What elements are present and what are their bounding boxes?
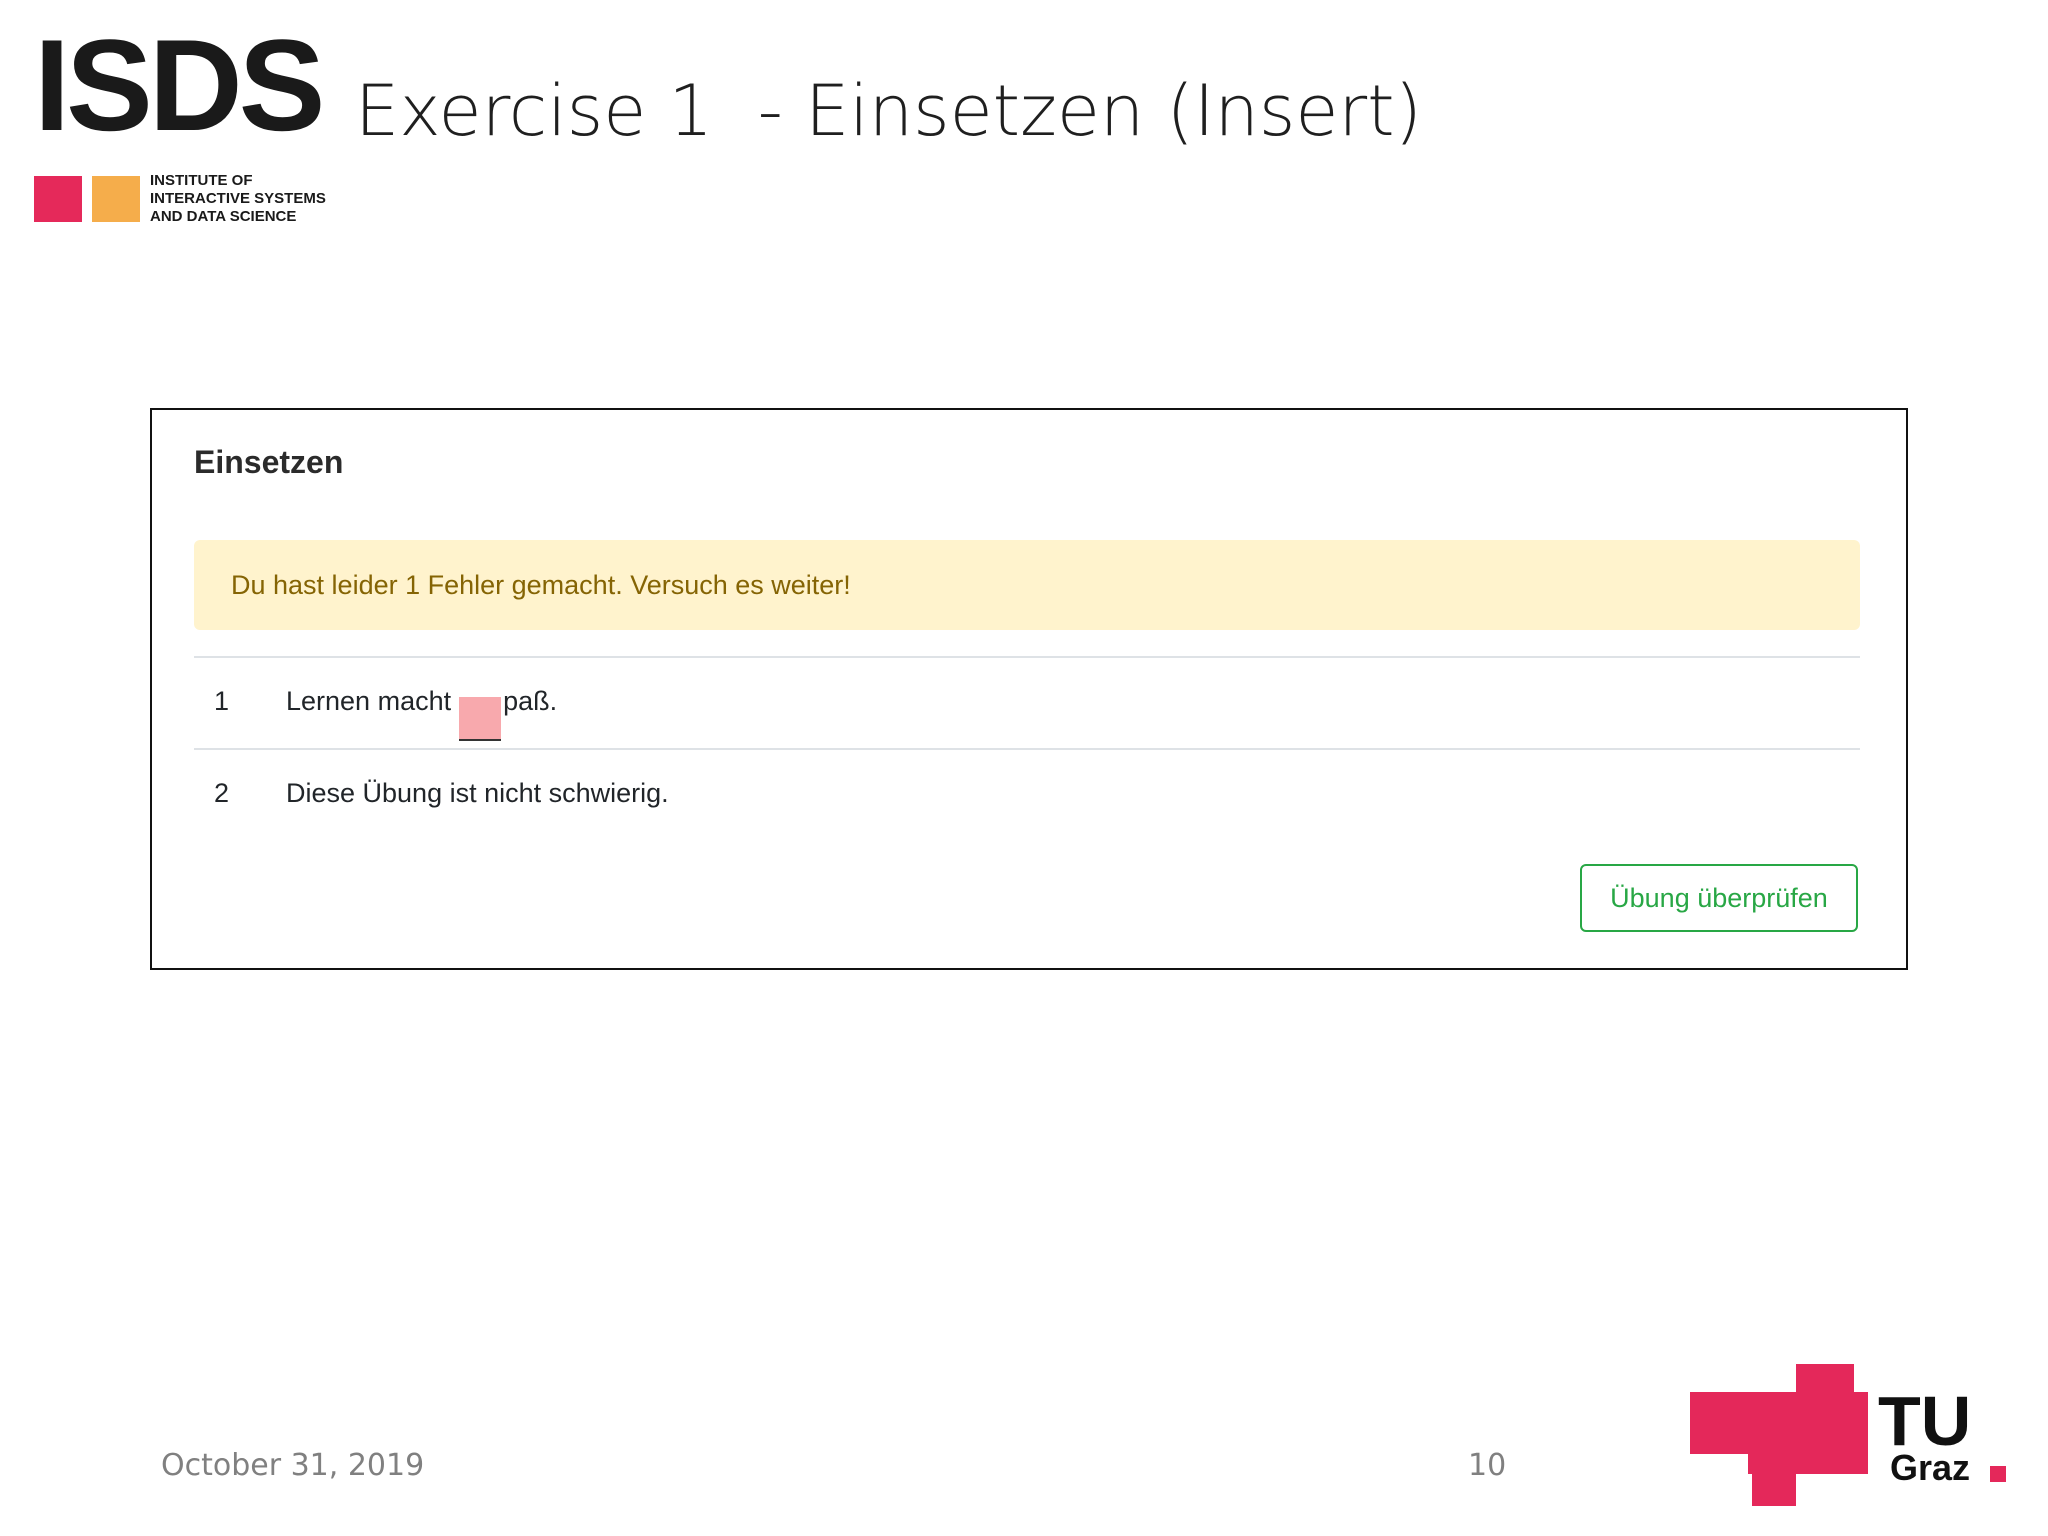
tu-logo-text: TU	[1878, 1382, 1972, 1460]
item-sentence: Lernen macht paß.	[286, 686, 557, 741]
page-number: 10	[1468, 1448, 1507, 1483]
tu-graz-logo: TU Graz	[1690, 1364, 2008, 1506]
isds-logo-orange-square	[92, 176, 140, 222]
item-number: 2	[214, 778, 230, 808]
tu-logo-graz-text: Graz	[1890, 1447, 1971, 1488]
gap-input-incorrect[interactable]	[459, 696, 502, 741]
item-sentence: Diese Übung ist nicht schwierig.	[286, 778, 669, 808]
sentence-after-gap: paß.	[503, 686, 558, 716]
isds-logo-line-3: AND DATA SCIENCE	[150, 208, 297, 225]
sentence-before-gap: Lernen macht	[286, 686, 452, 716]
exercise-item-1: 1 Lernen macht paß.	[194, 656, 1860, 746]
isds-logo-red-square	[34, 176, 82, 222]
tu-logo-dot	[1990, 1466, 2006, 1482]
isds-logo-subtitle: INSTITUTE OF INTERACTIVE SYSTEMS AND DAT…	[150, 172, 326, 226]
check-exercise-button[interactable]: Übung überprüfen	[1580, 864, 1858, 932]
exercise-card: Einsetzen Du hast leider 1 Fehler gemach…	[150, 408, 1908, 970]
isds-logo-line-1: INSTITUTE OF	[150, 172, 253, 189]
item-number: 1	[214, 686, 230, 716]
isds-logo-line-2: INTERACTIVE SYSTEMS	[150, 190, 326, 207]
slide-title: Exercise 1 - Einsetzen (Insert)	[355, 70, 1422, 152]
exercise-item-2: 2 Diese Übung ist nicht schwierig.	[194, 748, 1860, 838]
error-alert: Du hast leider 1 Fehler gemacht. Versuch…	[194, 540, 1860, 630]
isds-logo-acronym: ISDS	[34, 12, 325, 158]
footer-date: October 31, 2019	[161, 1448, 425, 1483]
exercise-title: Einsetzen	[194, 444, 344, 480]
isds-logo: ISDS INSTITUTE OF INTERACTIVE SYSTEMS AN…	[34, 20, 334, 225]
tu-logo-block	[1748, 1444, 1868, 1474]
